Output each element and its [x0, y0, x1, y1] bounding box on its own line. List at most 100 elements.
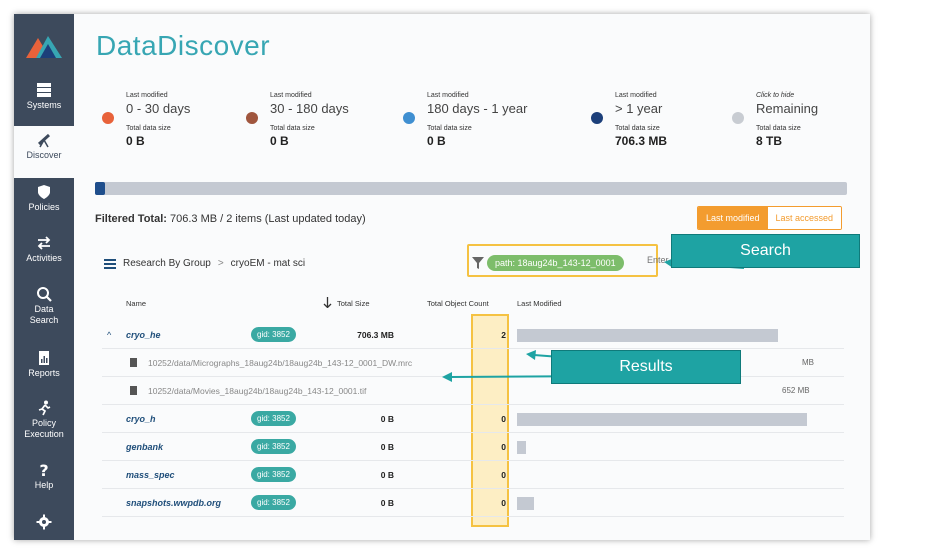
sidebar-item-label-line2: Execution — [24, 429, 64, 439]
file-path[interactable]: 10252/data/Movies_18aug24b/18aug24b_143-… — [148, 386, 366, 396]
sidebar-item-label: Help — [34, 480, 54, 490]
tile-size: 706.3 MB — [615, 134, 668, 148]
row-count: 0 — [501, 414, 506, 424]
sidebar-item-activities[interactable]: Activities — [14, 229, 74, 281]
column-header-name[interactable]: Name — [126, 299, 146, 308]
search-icon — [37, 287, 52, 302]
runner-icon — [38, 400, 51, 416]
legend-dot — [732, 112, 744, 124]
table-row[interactable]: cryo_h gid: 3852 0 B 0 — [102, 405, 844, 433]
tile-size: 0 B — [270, 134, 289, 148]
file-size: MB — [802, 358, 814, 367]
last-accessed-toggle[interactable]: Last accessed — [767, 207, 842, 229]
row-size: 0 B — [380, 470, 394, 480]
table-row[interactable]: mass_spec gid: 3852 0 B 0 — [102, 461, 844, 489]
svg-text:?: ? — [39, 462, 48, 478]
row-size: 0 B — [380, 414, 394, 424]
last-modified-bar — [517, 497, 534, 510]
sidebar-item-label: Systems — [26, 100, 62, 110]
row-count: 0 — [501, 498, 506, 508]
age-tile-30-180[interactable]: Last modified 30 - 180 days Total data s… — [246, 90, 386, 154]
folder-name[interactable]: mass_spec — [126, 470, 175, 480]
app-logo-icon — [26, 36, 62, 58]
tile-label: Last modified — [270, 92, 312, 99]
sidebar-item-label: Activities — [26, 253, 62, 263]
search-callout: Search — [671, 234, 860, 268]
list-icon — [104, 258, 116, 269]
age-tile-over-1y[interactable]: Last modified > 1 year Total data size 7… — [591, 90, 731, 154]
sidebar-item-policy-execution[interactable]: Policy Execution — [14, 394, 74, 454]
sidebar-item-systems[interactable]: Systems — [14, 76, 74, 128]
folder-name[interactable]: genbank — [126, 442, 163, 452]
sidebar-item-label: Policy — [31, 418, 56, 428]
breadcrumb: Research By Group > cryoEM - mat sci — [104, 258, 305, 269]
sidebar-item-settings[interactable] — [14, 508, 74, 540]
last-modified-bar — [517, 441, 526, 454]
breadcrumb-root[interactable]: Research By Group — [123, 258, 211, 269]
tile-range: 180 days - 1 year — [427, 101, 528, 116]
legend-dot — [403, 112, 415, 124]
tile-size: 0 B — [126, 134, 145, 148]
file-path[interactable]: 10252/data/Micrographs_18aug24b/18aug24b… — [148, 358, 412, 368]
sidebar-item-policies[interactable]: Policies — [14, 178, 74, 230]
file-icon — [130, 358, 137, 367]
sidebar-item-data-search[interactable]: Data Search — [14, 280, 74, 340]
gid-badge: gid: 3852 — [251, 467, 296, 482]
filtered-total-value: 706.3 MB / 2 items (Last updated today) — [169, 213, 366, 225]
row-size: 706.3 MB — [357, 330, 394, 340]
row-size: 0 B — [380, 442, 394, 452]
question-icon: ? — [39, 462, 48, 478]
shield-icon — [38, 185, 50, 199]
tile-size-label: Total data size — [126, 125, 171, 132]
age-tile-remaining[interactable]: Click to hide Remaining Total data size … — [732, 90, 870, 154]
tile-size-label: Total data size — [756, 125, 801, 132]
folder-name[interactable]: cryo_he — [126, 330, 161, 340]
legend-dot — [591, 112, 603, 124]
sidebar-item-reports[interactable]: Reports — [14, 344, 74, 396]
file-icon — [130, 386, 137, 395]
server-icon — [37, 83, 51, 97]
table-row[interactable]: snapshots.wwpdb.org gid: 3852 0 B 0 — [102, 489, 844, 517]
filter-chip[interactable]: path: 18aug24b_143-12_0001 — [487, 255, 624, 271]
date-mode-toggle: Last modified Last accessed — [697, 206, 843, 230]
column-header-size[interactable]: Total Size — [337, 299, 370, 308]
last-modified-bar — [517, 413, 807, 426]
arrows-icon — [37, 236, 51, 250]
folder-name[interactable]: snapshots.wwpdb.org — [126, 498, 221, 508]
sidebar-item-help[interactable]: ? Help — [14, 456, 74, 508]
tile-label: Last modified — [427, 92, 469, 99]
sidebar-item-label: Data — [34, 304, 54, 314]
tile-label: Last modified — [615, 92, 657, 99]
report-icon — [39, 351, 49, 365]
filter-icon[interactable] — [472, 257, 484, 269]
tile-label: Last modified — [126, 92, 168, 99]
tile-size-label: Total data size — [427, 125, 472, 132]
last-modified-toggle[interactable]: Last modified — [698, 207, 768, 229]
sidebar: Systems Discover Policies Activities Dat… — [14, 14, 74, 540]
sort-down-icon[interactable] — [323, 297, 332, 308]
app-window: Systems Discover Policies Activities Dat… — [14, 14, 870, 540]
tile-size-label: Total data size — [615, 125, 660, 132]
gear-icon — [36, 514, 52, 530]
sidebar-item-discover[interactable]: Discover — [14, 126, 74, 178]
page-title: DataDiscover — [96, 30, 271, 61]
column-header-count[interactable]: Total Object Count — [427, 299, 489, 308]
tile-size: 8 TB — [756, 134, 783, 148]
row-count: 0 — [501, 442, 506, 452]
tile-range: > 1 year — [615, 101, 663, 116]
row-count: 0 — [501, 470, 506, 480]
filtered-total: Filtered Total: 706.3 MB / 2 items (Last… — [95, 213, 366, 225]
gid-badge: gid: 3852 — [251, 495, 296, 510]
sidebar-item-label: Reports — [28, 368, 60, 378]
chevron-up-icon[interactable]: ^ — [107, 330, 111, 340]
age-tile-0-30[interactable]: Last modified 0 - 30 days Total data siz… — [102, 90, 242, 154]
age-tile-180-1y[interactable]: Last modified 180 days - 1 year Total da… — [403, 90, 543, 154]
table-row[interactable]: genbank gid: 3852 0 B 0 — [102, 433, 844, 461]
folder-name[interactable]: cryo_h — [126, 414, 156, 424]
main-content: DataDiscover Last modified 0 - 30 days T… — [74, 14, 870, 540]
table-row[interactable]: ^ cryo_he gid: 3852 706.3 MB 2 — [102, 321, 844, 349]
tile-range: Remaining — [756, 101, 819, 116]
gid-badge: gid: 3852 — [251, 411, 296, 426]
tile-label: Click to hide — [756, 92, 795, 99]
column-header-modified[interactable]: Last Modified — [517, 299, 562, 308]
